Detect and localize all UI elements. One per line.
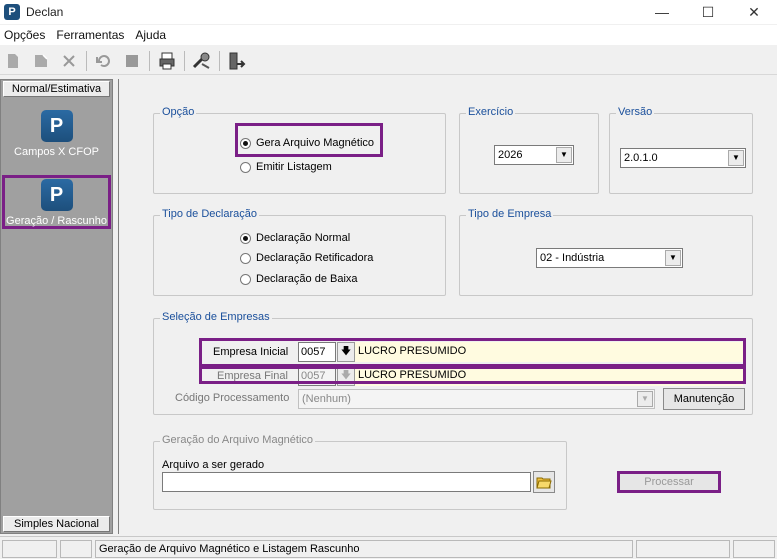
arquivo-input[interactable] (162, 472, 531, 492)
highlight-frame (235, 123, 383, 157)
group-title: Tipo de Declaração (160, 208, 259, 220)
delete-icon[interactable] (58, 50, 80, 72)
status-panel (733, 540, 775, 558)
radio-declaracao-retificadora[interactable]: Declaração Retificadora (240, 252, 373, 264)
radio-label: Declaração Normal (256, 232, 351, 244)
chevron-down-icon[interactable]: ▼ (728, 150, 744, 166)
sidebar-item-label: Geração / Rascunho (6, 215, 107, 227)
window-title: Declan (26, 5, 64, 19)
exit-icon[interactable] (226, 50, 248, 72)
tipo-empresa-select[interactable]: 02 - Indústria ▼ (536, 248, 683, 268)
sidebar-item-label: Campos X CFOP (14, 146, 99, 158)
group-exercicio: Exercício 2026 ▼ (459, 106, 599, 194)
radio-label: Declaração Retificadora (256, 252, 374, 264)
group-title: Opção (160, 106, 197, 118)
sidebar-item-campos-cfop[interactable]: P Campos X CFOP (1, 110, 112, 158)
tipo-empresa-value: 02 - Indústria (540, 252, 605, 264)
codigo-processamento-select[interactable]: (Nenhum) ▼ (298, 389, 655, 409)
status-bar: Geração de Arquivo Magnético e Listagem … (0, 536, 777, 559)
chevron-down-icon[interactable]: ▼ (665, 250, 681, 266)
status-panel (2, 540, 57, 558)
status-message: Geração de Arquivo Magnético e Listagem … (95, 540, 633, 558)
tools-icon[interactable] (191, 50, 213, 72)
processar-button[interactable]: Processar (617, 471, 721, 493)
chevron-down-icon[interactable]: ▼ (556, 147, 572, 163)
toolbar (0, 47, 777, 75)
codigo-processamento-label: Código Processamento (175, 392, 290, 404)
print-icon[interactable] (156, 50, 178, 72)
group-title: Versão (616, 106, 655, 118)
versao-select[interactable]: 2.0.1.0 ▼ (620, 148, 746, 168)
sidebar-header-normal[interactable]: Normal/Estimativa (3, 81, 110, 97)
radio-dot (240, 273, 251, 285)
group-title: Tipo de Empresa (466, 208, 554, 220)
manutencao-button[interactable]: Manutenção (663, 388, 745, 410)
group-versao: Versão 2.0.1.0 ▼ (609, 106, 753, 194)
toolbar-separator (86, 50, 87, 71)
sidebar: Normal/Estimativa P Campos X CFOP P Gera… (0, 79, 113, 534)
sidebar-footer-simples[interactable]: Simples Nacional (3, 516, 110, 532)
radio-declaracao-baixa[interactable]: Declaração de Baixa (240, 273, 358, 285)
sidebar-item-geracao-rascunho[interactable]: P Geração / Rascunho (2, 175, 111, 229)
maximize-button[interactable]: ☐ (685, 0, 731, 24)
radio-label: Emitir Listagem (256, 161, 332, 173)
group-title: Geração do Arquivo Magnético (160, 434, 316, 446)
toolbar-separator (219, 50, 220, 71)
group-title: Exercício (466, 106, 516, 118)
title-bar: P Declan — ☐ ✕ (0, 0, 777, 24)
radio-dot (240, 232, 251, 244)
exercicio-value: 2026 (498, 149, 523, 161)
toolbar-separator (149, 50, 150, 71)
main-panel: Opção Gera Arquivo Magnético Emitir List… (118, 79, 777, 534)
status-panel (636, 540, 730, 558)
status-panel (60, 540, 92, 558)
close-button[interactable]: ✕ (731, 0, 777, 24)
stop-icon[interactable] (121, 50, 143, 72)
new-icon[interactable] (2, 50, 24, 72)
highlight-frame (199, 364, 746, 384)
radio-declaracao-normal[interactable]: Declaração Normal (240, 232, 350, 244)
codigo-processamento-value: (Nenhum) (302, 393, 351, 405)
versao-value: 2.0.1.0 (624, 152, 658, 164)
app-logo-icon: P (4, 4, 20, 20)
open-icon[interactable] (30, 50, 52, 72)
p-logo-icon: P (40, 179, 73, 211)
p-logo-icon: P (40, 110, 73, 142)
group-title: Seleção de Empresas (160, 311, 272, 323)
menu-opcoes[interactable]: Opções (0, 28, 52, 42)
group-tipo-declaracao: Tipo de Declaração Declaração Normal Dec… (153, 208, 446, 296)
arquivo-label: Arquivo a ser gerado (162, 459, 265, 471)
exercicio-select[interactable]: 2026 ▼ (494, 145, 574, 165)
radio-emitir-listagem[interactable]: Emitir Listagem (240, 161, 332, 173)
group-tipo-empresa: Tipo de Empresa 02 - Indústria ▼ (459, 208, 753, 296)
radio-dot (240, 161, 251, 173)
chevron-down-icon[interactable]: ▼ (637, 391, 653, 407)
folder-open-icon[interactable] (533, 471, 555, 493)
radio-dot (240, 252, 251, 264)
window-controls: — ☐ ✕ (639, 0, 777, 24)
menu-ajuda[interactable]: Ajuda (131, 28, 173, 42)
menu-ferramentas[interactable]: Ferramentas (52, 28, 131, 42)
undo-icon[interactable] (93, 50, 115, 72)
menu-bar: Opções Ferramentas Ajuda (0, 25, 777, 45)
minimize-button[interactable]: — (639, 0, 685, 24)
toolbar-separator (184, 50, 185, 71)
radio-label: Declaração de Baixa (256, 273, 358, 285)
